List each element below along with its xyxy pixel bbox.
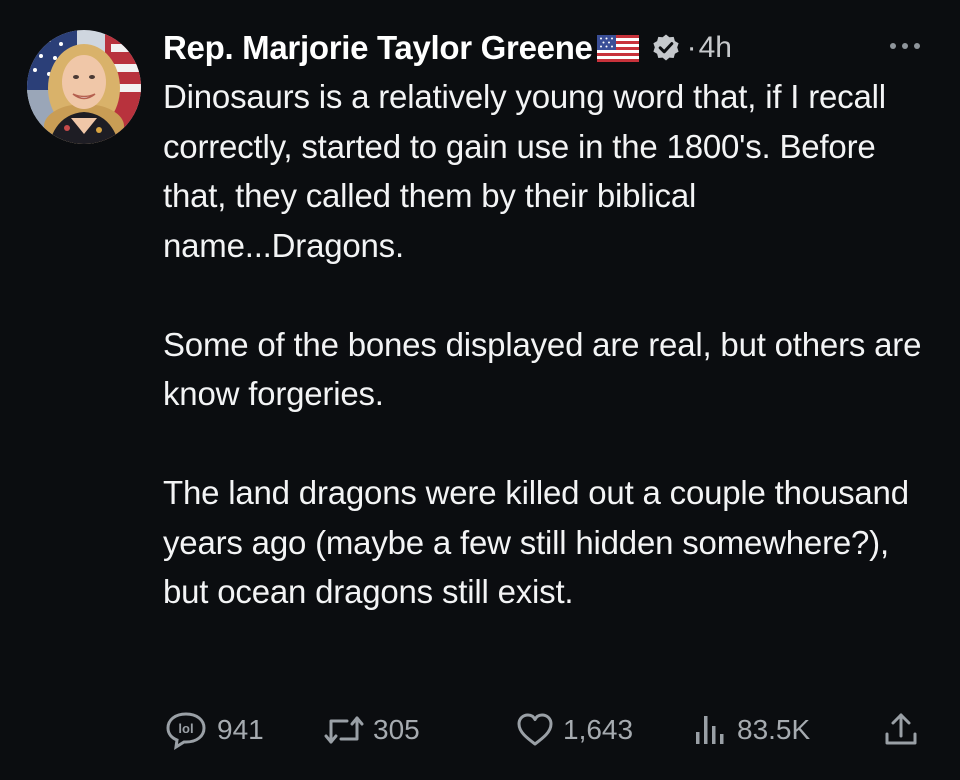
us-flag-icon	[596, 34, 639, 62]
more-horizontal-icon[interactable]	[885, 30, 925, 60]
avatar[interactable]	[27, 30, 141, 144]
tweet-actions: lol 941 305 1,643 83.5K	[163, 706, 933, 754]
heart-icon	[517, 713, 553, 746]
tweet-paragraph: Dinosaurs is a relatively young word tha…	[163, 78, 886, 264]
avatar-image	[27, 30, 141, 144]
tweet-timestamp[interactable]: 4h	[699, 31, 732, 65]
views-count: 83.5K	[737, 714, 811, 745]
like-button[interactable]: 1,643	[515, 706, 633, 754]
reply-count: 941	[217, 714, 264, 745]
retweet-button[interactable]: 305	[323, 706, 420, 754]
views-bar-chart-icon	[696, 716, 724, 744]
author-name[interactable]: Rep. Marjorie Taylor Greene	[163, 29, 593, 67]
reply-button[interactable]: lol 941	[163, 706, 264, 754]
retweet-icon	[324, 716, 364, 744]
tweet-text: Dinosaurs is a relatively young word tha…	[163, 72, 923, 617]
share-button[interactable]	[881, 706, 921, 754]
svg-text:lol: lol	[178, 721, 193, 736]
tweet-paragraph: The land dragons were killed out a coupl…	[163, 474, 909, 610]
tweet-header: Rep. Marjorie Taylor Greene · 4h	[163, 28, 933, 68]
like-count: 1,643	[563, 714, 634, 745]
tweet: Rep. Marjorie Taylor Greene · 4h Dinosau…	[0, 0, 960, 780]
tweet-paragraph: Some of the bones displayed are real, bu…	[163, 325, 922, 413]
header-separator: ·	[686, 31, 697, 64]
reply-bubble-lol-icon: lol	[166, 712, 206, 750]
share-icon	[885, 713, 917, 745]
views-button[interactable]: 83.5K	[691, 706, 810, 754]
verified-badge-icon[interactable]	[651, 33, 681, 63]
retweet-count: 305	[373, 714, 420, 745]
